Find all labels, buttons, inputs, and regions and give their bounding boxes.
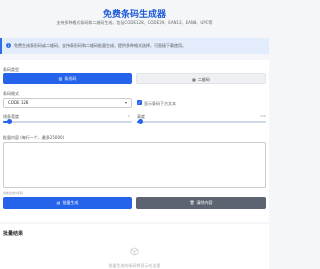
width-slider-thumb[interactable]: [7, 119, 13, 124]
clear-button[interactable]: 🗑 清除内容: [136, 197, 266, 209]
qrcode-icon: ▦: [192, 77, 196, 82]
qrcode-type-button[interactable]: ▦ 二维码: [136, 73, 266, 84]
content-textarea[interactable]: [3, 142, 266, 188]
page-subtitle: 支持多种格式条码和二维码生成，包括CODE128、CODE39、EAN13、EA…: [56, 20, 213, 25]
count-text: 当前生成0条码: [3, 191, 23, 195]
results-title: 批量结果: [3, 231, 24, 237]
barcode-icon: ▥: [58, 76, 63, 81]
notice-text: 免费生成条形码或二维码，支持条形码和二维码批量生成，提供多种格式选择，可直接下载…: [14, 43, 186, 48]
box-icon: [130, 247, 139, 256]
generator-form: 条码类型 ▥ 条形码 ▦ 二维码 条码格式 CODE 128 ▾ ✓ 显示条码下方文…: [0, 60, 269, 222]
show-text-checkbox[interactable]: ✓: [137, 100, 142, 105]
format-label: 条码格式: [3, 91, 19, 96]
page-header: 免费条码生成器 支持多种格式条码和二维码生成，包括CODE128、CODE39、…: [0, 0, 269, 38]
height-slider-thumb[interactable]: [137, 119, 143, 124]
empty-state-text: 批量生成的条码将显示在这里: [108, 263, 161, 268]
generate-icon: ▤: [56, 200, 61, 205]
barcode-type-label: 条形码: [64, 76, 77, 81]
content-label: 批量内容 (每行一个，最多25000): [3, 135, 65, 140]
generate-label: 批量生成: [62, 200, 79, 205]
height-max: 150: [260, 114, 266, 118]
format-select[interactable]: CODE 128 ▾: [3, 98, 132, 108]
chevron-down-icon: ▾: [124, 100, 127, 105]
barcode-type-button[interactable]: ▥ 条形码: [3, 73, 132, 84]
info-icon: i: [6, 43, 11, 48]
format-value: CODE 128: [8, 100, 29, 105]
info-notice: i 免费生成条形码或二维码，支持条形码和二维码批量生成，提供多种格式选择，可直接…: [0, 38, 269, 54]
clear-label: 清除内容: [196, 200, 213, 205]
height-slider[interactable]: [137, 119, 266, 124]
results-section: 批量结果 批量生成的条码将显示在这里: [0, 224, 269, 269]
generate-button[interactable]: ▤ 批量生成: [3, 197, 132, 209]
width-slider[interactable]: [3, 119, 132, 124]
width-max: 5: [128, 114, 130, 118]
trash-icon: 🗑: [189, 200, 195, 205]
show-text-label: 显示条码下方文本: [144, 101, 176, 106]
page-title: 免费条码生成器: [102, 10, 166, 20]
qrcode-type-label: 二维码: [197, 77, 210, 82]
